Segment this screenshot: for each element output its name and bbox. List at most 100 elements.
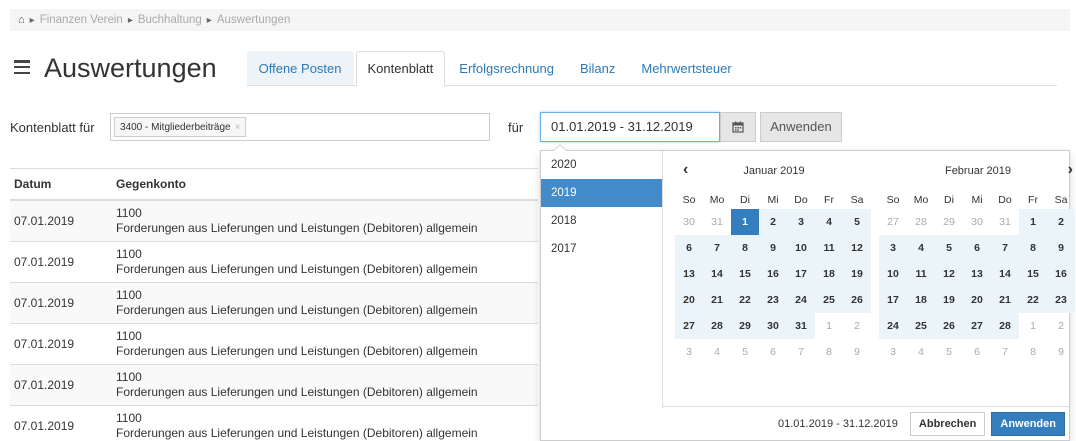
calendar-day[interactable]: 19 xyxy=(843,261,871,287)
calendar-day[interactable]: 7 xyxy=(991,339,1019,365)
calendar-day[interactable]: 24 xyxy=(787,287,815,313)
calendar-day[interactable]: 7 xyxy=(787,339,815,365)
table-row[interactable]: 07.01.2019 1100 Forderungen aus Lieferunge… xyxy=(10,283,538,324)
calendar-day[interactable]: 30 xyxy=(675,209,703,235)
year-option[interactable]: 2017 xyxy=(541,235,662,263)
calendar-day[interactable]: 3 xyxy=(879,339,907,365)
calendar-day[interactable]: 28 xyxy=(907,209,935,235)
calendar-day[interactable]: 8 xyxy=(815,339,843,365)
calendar-day[interactable]: 4 xyxy=(907,235,935,261)
calendar-day[interactable]: 3 xyxy=(787,209,815,235)
calendar-day[interactable]: 3 xyxy=(675,339,703,365)
calendar-day[interactable]: 2 xyxy=(843,313,871,339)
calendar-day[interactable]: 15 xyxy=(1019,261,1047,287)
calendar-day[interactable]: 15 xyxy=(731,261,759,287)
calendar-day[interactable]: 18 xyxy=(815,261,843,287)
breadcrumb-item[interactable]: Finanzen Verein xyxy=(40,14,123,26)
year-option[interactable]: 2018 xyxy=(541,207,662,235)
calendar-day[interactable]: 19 xyxy=(935,287,963,313)
cancel-button[interactable]: Abbrechen xyxy=(909,411,986,436)
header-gegenkonto[interactable]: Gegenkonto xyxy=(116,177,538,192)
breadcrumb-item[interactable]: Auswertungen xyxy=(217,14,291,26)
calendar-day[interactable]: 26 xyxy=(843,287,871,313)
tab-mehrwertsteuer[interactable]: Mehrwertsteuer xyxy=(629,51,743,85)
calendar-day[interactable]: 8 xyxy=(1019,235,1047,261)
tab-offene-posten[interactable]: Offene Posten xyxy=(246,51,354,85)
remove-tag-icon[interactable]: × xyxy=(235,122,241,133)
calendar-day[interactable]: 13 xyxy=(675,261,703,287)
calendar-day[interactable]: 7 xyxy=(703,235,731,261)
calendar-day[interactable]: 7 xyxy=(991,235,1019,261)
account-select[interactable]: 3400 - Mitgliederbeiträge × xyxy=(110,113,490,141)
calendar-day[interactable]: 26 xyxy=(935,313,963,339)
date-range-input[interactable]: 01.01.2019 - 31.12.2019 xyxy=(540,112,720,142)
home-icon[interactable]: ⌂ xyxy=(18,14,25,26)
year-option[interactable]: 2019 xyxy=(541,179,662,207)
calendar-day[interactable]: 18 xyxy=(907,287,935,313)
calendar-day[interactable]: 28 xyxy=(703,313,731,339)
calendar-day[interactable]: 1 xyxy=(1019,313,1047,339)
calendar-day[interactable]: 27 xyxy=(879,209,907,235)
calendar-day[interactable]: 21 xyxy=(991,287,1019,313)
calendar-day[interactable]: 6 xyxy=(759,339,787,365)
calendar-day[interactable]: 6 xyxy=(675,235,703,261)
calendar-day[interactable]: 31 xyxy=(991,209,1019,235)
calendar-day[interactable]: 13 xyxy=(963,261,991,287)
tab-erfolgsrechnung[interactable]: Erfolgsrechnung xyxy=(447,51,566,85)
table-row[interactable]: 07.01.2019 1100 Forderungen aus Lieferunge… xyxy=(10,324,538,365)
calendar-day[interactable]: 2 xyxy=(759,209,787,235)
calendar-day[interactable]: 6 xyxy=(963,339,991,365)
calendar-day[interactable]: 24 xyxy=(879,313,907,339)
apply-button[interactable]: Anwenden xyxy=(760,112,842,142)
calendar-day[interactable]: 4 xyxy=(815,209,843,235)
table-row[interactable]: 07.01.2019 1100 Forderungen aus Lieferunge… xyxy=(10,406,538,441)
calendar-day[interactable]: 27 xyxy=(963,313,991,339)
calendar-day[interactable]: 2 xyxy=(1047,313,1075,339)
table-row[interactable]: 07.01.2019 1100 Forderungen aus Lieferunge… xyxy=(10,242,538,283)
calendar-day[interactable]: 22 xyxy=(1019,287,1047,313)
calendar-day[interactable]: 11 xyxy=(815,235,843,261)
calendar-day[interactable]: 17 xyxy=(879,287,907,313)
table-row[interactable]: 07.01.2019 1100 Forderungen aus Lieferunge… xyxy=(10,201,538,242)
year-option[interactable]: 2020 xyxy=(541,151,662,179)
calendar-day[interactable]: 20 xyxy=(963,287,991,313)
calendar-day[interactable]: 17 xyxy=(787,261,815,287)
calendar-day[interactable]: 22 xyxy=(731,287,759,313)
table-row[interactable]: 07.01.2019 1100 Forderungen aus Lieferunge… xyxy=(10,365,538,406)
calendar-day[interactable]: 9 xyxy=(1047,339,1075,365)
calendar-day[interactable]: 25 xyxy=(907,313,935,339)
calendar-day[interactable]: 8 xyxy=(731,235,759,261)
calendar-day[interactable]: 21 xyxy=(703,287,731,313)
calendar-day[interactable]: 16 xyxy=(759,261,787,287)
calendar-day[interactable]: 14 xyxy=(703,261,731,287)
calendar-day[interactable]: 30 xyxy=(759,313,787,339)
calendar-day[interactable]: 11 xyxy=(907,261,935,287)
tab-kontenblatt[interactable]: Kontenblatt xyxy=(355,51,446,86)
calendar-day[interactable]: 3 xyxy=(879,235,907,261)
calendar-day[interactable]: 14 xyxy=(991,261,1019,287)
calendar-day[interactable]: 4 xyxy=(703,339,731,365)
menu-icon[interactable] xyxy=(14,60,30,74)
calendar-day[interactable]: 1 xyxy=(815,313,843,339)
calendar-day[interactable]: 12 xyxy=(935,261,963,287)
calendar-day[interactable]: 29 xyxy=(731,313,759,339)
calendar-day[interactable]: 23 xyxy=(759,287,787,313)
calendar-day[interactable]: 16 xyxy=(1047,261,1075,287)
calendar-day[interactable]: 5 xyxy=(935,235,963,261)
calendar-day[interactable]: 10 xyxy=(879,261,907,287)
calendar-day[interactable]: 27 xyxy=(675,313,703,339)
calendar-day[interactable]: 6 xyxy=(963,235,991,261)
calendar-day[interactable]: 12 xyxy=(843,235,871,261)
calendar-day[interactable]: 28 xyxy=(991,313,1019,339)
calendar-day[interactable]: 9 xyxy=(1047,235,1075,261)
calendar-day[interactable]: 31 xyxy=(703,209,731,235)
calendar-day[interactable]: 4 xyxy=(907,339,935,365)
calendar-day[interactable]: 5 xyxy=(843,209,871,235)
calendar-day[interactable]: 2 xyxy=(1047,209,1075,235)
breadcrumb-item[interactable]: Buchhaltung xyxy=(138,14,202,26)
calendar-day[interactable]: 29 xyxy=(935,209,963,235)
calendar-day[interactable]: 1 xyxy=(731,209,759,235)
tab-bilanz[interactable]: Bilanz xyxy=(568,51,627,85)
calendar-day[interactable]: 23 xyxy=(1047,287,1075,313)
calendar-day[interactable]: 9 xyxy=(843,339,871,365)
